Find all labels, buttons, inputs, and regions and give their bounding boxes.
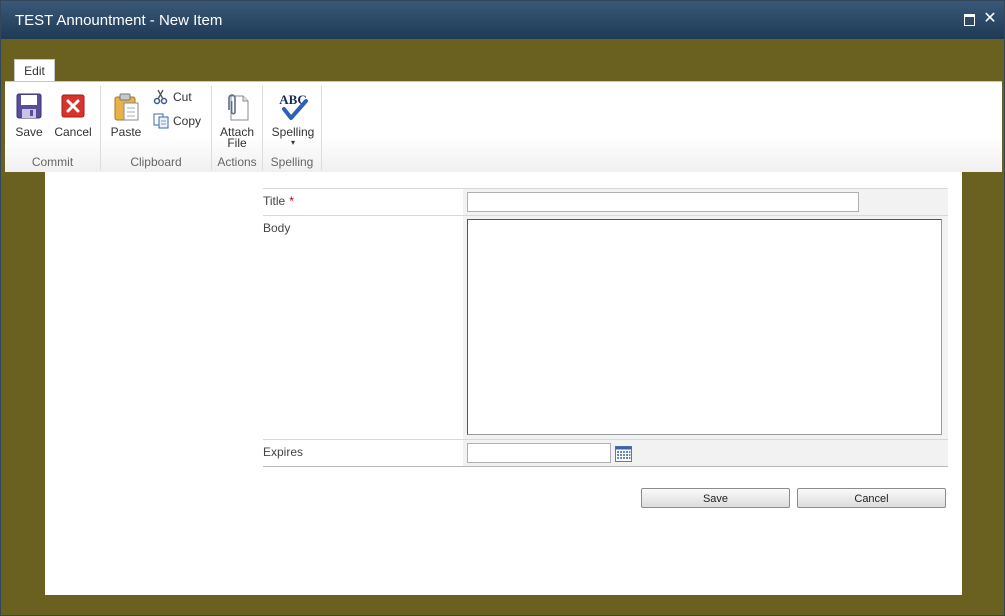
scissors-icon <box>153 89 168 105</box>
cancel-button[interactable]: Cancel <box>51 92 95 138</box>
ribbon-group-actions: Attach File Actions <box>212 86 263 170</box>
dialog-title: TEST Annountment - New Item <box>15 12 223 29</box>
save-button[interactable]: Save <box>11 92 47 138</box>
ribbon-group-commit: Save Cancel Commit <box>5 86 101 170</box>
form-divider <box>263 466 948 467</box>
group-label-clipboard: Clipboard <box>130 155 182 169</box>
ribbon-group-spelling: ABC Spelling ▾ Spelling <box>263 86 322 170</box>
required-marker: * <box>289 194 294 208</box>
copy-button[interactable]: Copy <box>153 113 208 129</box>
expires-label: Expires <box>263 445 304 459</box>
paste-label: Paste <box>110 125 142 139</box>
dialog-window: TEST Annountment - New Item ✕ Edit Save <box>0 0 1005 616</box>
form-row-expires: Expires <box>263 439 948 466</box>
group-label-actions: Actions <box>217 155 257 169</box>
expires-date-input[interactable] <box>467 443 611 463</box>
form-content: Title * Body Expires Save Cancel <box>45 172 962 595</box>
group-label-commit: Commit <box>31 155 74 169</box>
form-row-body: Body <box>263 215 948 439</box>
attach-label-line2: File <box>227 136 247 150</box>
cancel-label: Cancel <box>54 125 92 139</box>
save-label: Save <box>15 125 43 139</box>
title-label: Title * <box>263 194 294 208</box>
attach-file-icon <box>228 94 249 121</box>
form-save-button[interactable]: Save <box>641 488 790 508</box>
body-label: Body <box>263 221 291 235</box>
copy-icon <box>153 113 169 129</box>
paste-icon <box>114 93 139 121</box>
copy-label: Copy <box>173 114 202 128</box>
close-icon[interactable]: ✕ <box>983 11 997 27</box>
spelling-button[interactable]: ABC Spelling ▾ <box>267 92 319 147</box>
cut-label: Cut <box>173 90 192 104</box>
spelling-check-icon: ABC <box>279 92 308 120</box>
group-label-spelling: Spelling <box>270 155 314 169</box>
ribbon: Save Cancel Commit Paste Cut Copy Clipbo… <box>5 81 1002 172</box>
spelling-label: Spelling <box>271 125 315 139</box>
save-icon <box>16 93 42 119</box>
dropdown-arrow-icon: ▾ <box>290 138 295 147</box>
ribbon-group-clipboard: Paste Cut Copy Clipboard <box>101 86 212 170</box>
calendar-icon[interactable] <box>615 446 632 462</box>
attach-file-button[interactable]: Attach File <box>215 92 259 149</box>
form-row-title: Title * <box>263 188 948 215</box>
form-cancel-button[interactable]: Cancel <box>797 488 946 508</box>
cut-button[interactable]: Cut <box>153 89 203 105</box>
body-textarea[interactable] <box>467 219 942 435</box>
dialog-titlebar: TEST Annountment - New Item ✕ <box>1 1 1004 39</box>
paste-button[interactable]: Paste <box>105 92 147 138</box>
cancel-icon <box>61 94 85 118</box>
tab-edit[interactable]: Edit <box>14 59 55 82</box>
title-input[interactable] <box>467 192 859 212</box>
maximize-icon[interactable] <box>963 12 977 26</box>
